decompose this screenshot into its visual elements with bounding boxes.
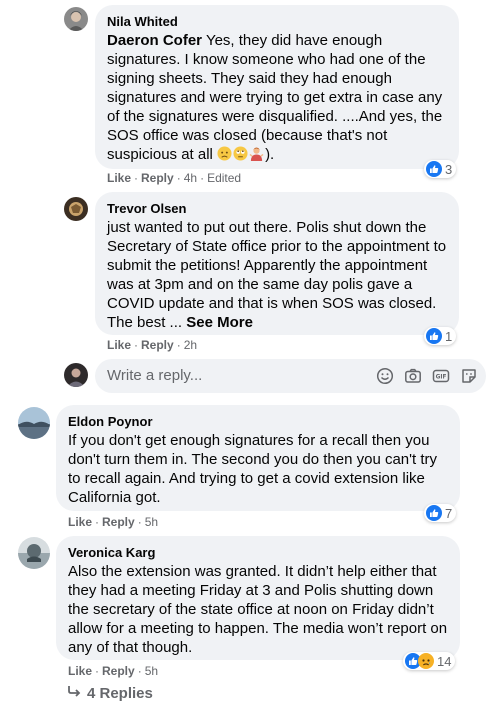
sad-icon	[418, 653, 434, 669]
timestamp[interactable]: 2h	[184, 338, 197, 352]
person-shrugging-icon	[249, 146, 264, 161]
comment-author[interactable]: Nila Whited	[107, 13, 447, 30]
mention-link[interactable]: Daeron Cofer	[107, 32, 202, 49]
reply-button[interactable]: Reply	[141, 338, 174, 352]
like-button[interactable]: Like	[107, 171, 131, 185]
like-icon	[426, 328, 442, 344]
avatar[interactable]	[18, 407, 50, 439]
comment-author[interactable]: Eldon Poynor	[68, 413, 448, 430]
view-replies-label: 4 Replies	[87, 684, 153, 702]
worried-face-icon	[217, 146, 232, 161]
comment-text: If you don't get enough signatures for a…	[68, 431, 448, 507]
reply-input[interactable]	[107, 367, 357, 384]
like-button[interactable]: Like	[68, 664, 92, 678]
timestamp[interactable]: 4h	[184, 171, 197, 185]
comment-body: Yes, they did have enough signatures. I …	[107, 32, 443, 163]
comment-body: If you don't get enough signatures for a…	[68, 432, 438, 506]
like-button[interactable]: Like	[107, 338, 131, 352]
comment-author[interactable]: Veronica Karg	[68, 544, 448, 561]
reply-arrow-icon	[67, 684, 81, 702]
comment-actions: Like · Reply · 4h · Edited	[107, 171, 242, 185]
timestamp[interactable]: 5h	[145, 515, 158, 529]
comment-actions: Like · Reply · 2h	[107, 338, 198, 352]
reaction-summary[interactable]: 7	[424, 504, 457, 522]
avatar[interactable]	[64, 7, 88, 31]
reaction-count: 1	[445, 328, 453, 344]
comment-bubble: Veronica Karg Also the extension was gra…	[56, 536, 460, 660]
svg-text:GIF: GIF	[436, 375, 447, 381]
reaction-count: 3	[445, 161, 453, 177]
comment-text: just wanted to put out there. Polis shut…	[107, 218, 447, 332]
like-button[interactable]: Like	[68, 515, 92, 529]
comment-bubble: Trevor Olsen just wanted to put out ther…	[95, 192, 459, 335]
like-icon	[426, 161, 442, 177]
comment-body: just wanted to put out there. Polis shut…	[107, 219, 447, 331]
edited-label: Edited	[207, 171, 242, 185]
comment-body: Also the extension was granted. It didn’…	[68, 563, 448, 656]
reaction-count: 7	[445, 505, 453, 521]
emoji-icon[interactable]	[376, 367, 394, 385]
reply-button[interactable]: Reply	[141, 171, 174, 185]
gif-icon[interactable]: GIF	[432, 367, 450, 385]
timestamp[interactable]: 5h	[145, 664, 158, 678]
comment-text: Also the extension was granted. It didn’…	[68, 562, 448, 657]
view-replies-link[interactable]: 4 Replies	[67, 684, 153, 702]
avatar[interactable]	[18, 537, 50, 569]
comment-bubble: Nila Whited Daeron Cofer Yes, they did h…	[95, 5, 459, 169]
reply-composer[interactable]: GIF	[95, 359, 486, 393]
comment-text: Daeron Cofer Yes, they did have enough s…	[107, 31, 447, 164]
reaction-summary[interactable]: 1	[424, 327, 457, 345]
comment-actions: Like · Reply · 5h	[68, 664, 159, 678]
camera-icon[interactable]	[404, 367, 422, 385]
comment-author[interactable]: Trevor Olsen	[107, 200, 447, 217]
reaction-count: 14	[437, 653, 452, 669]
current-user-avatar[interactable]	[64, 363, 88, 387]
reply-button[interactable]: Reply	[102, 664, 135, 678]
reaction-summary[interactable]: 3	[424, 160, 457, 178]
reply-button[interactable]: Reply	[102, 515, 135, 529]
comment-actions: Like · Reply · 5h	[68, 515, 159, 529]
comment-body-end: ).	[265, 146, 275, 163]
reaction-summary[interactable]: 14	[403, 652, 456, 670]
comment-bubble: Eldon Poynor If you don't get enough sig…	[56, 405, 460, 511]
see-more-link[interactable]: See More	[186, 314, 253, 331]
rolling-eyes-icon	[233, 146, 248, 161]
sticker-icon[interactable]	[460, 367, 478, 385]
like-icon	[426, 505, 442, 521]
avatar[interactable]	[64, 197, 88, 221]
